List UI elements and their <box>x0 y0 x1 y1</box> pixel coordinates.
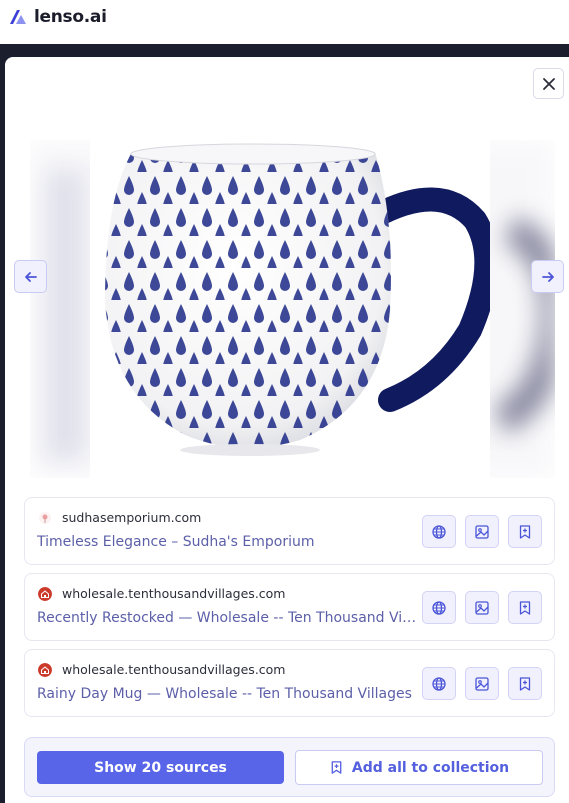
product-image <box>90 140 499 478</box>
visit-site-button[interactable] <box>422 515 456 548</box>
view-image-button[interactable] <box>465 515 499 548</box>
result-title[interactable]: Timeless Elegance – Sudha's Emporium <box>37 534 314 550</box>
add-all-to-collection-button[interactable]: Add all to collection <box>295 750 543 785</box>
view-image-button[interactable] <box>465 667 499 700</box>
image-icon <box>475 524 489 539</box>
result-card[interactable]: sudhasemporium.com Timeless Elegance – S… <box>24 497 555 565</box>
lenso-logo-icon <box>10 10 26 24</box>
result-domain[interactable]: wholesale.tenthousandvillages.com <box>62 662 286 677</box>
result-card[interactable]: wholesale.tenthousandvillages.com Rainy … <box>24 649 555 717</box>
add-to-collection-button[interactable] <box>508 591 542 624</box>
home-favicon-icon <box>38 663 52 677</box>
result-card[interactable]: wholesale.tenthousandvillages.com Recent… <box>24 573 555 641</box>
app-name: lenso.ai <box>34 7 107 27</box>
image-icon <box>475 676 489 691</box>
bookmark-plus-icon <box>519 600 531 615</box>
result-domain[interactable]: wholesale.tenthousandvillages.com <box>62 586 286 601</box>
next-image-button[interactable] <box>531 260 564 293</box>
visit-site-button[interactable] <box>422 667 456 700</box>
result-title[interactable]: Rainy Day Mug — Wholesale -- Ten Thousan… <box>37 686 412 702</box>
close-button[interactable] <box>533 68 564 99</box>
add-to-collection-button[interactable] <box>508 515 542 548</box>
home-favicon-icon <box>38 587 52 601</box>
globe-icon <box>432 676 446 691</box>
arrow-right-icon <box>541 271 554 282</box>
close-icon <box>542 77 555 90</box>
arrow-left-icon <box>24 271 37 282</box>
globe-icon <box>432 524 446 539</box>
top-bar: lenso.ai <box>0 0 569 44</box>
bookmark-plus-icon <box>519 676 531 691</box>
view-image-button[interactable] <box>465 591 499 624</box>
result-domain[interactable]: sudhasemporium.com <box>62 510 201 525</box>
add-all-label: Add all to collection <box>351 759 510 776</box>
bookmark-plus-icon <box>331 761 342 774</box>
globe-icon <box>432 600 446 615</box>
add-to-collection-button[interactable] <box>508 667 542 700</box>
logo[interactable]: lenso.ai <box>8 7 107 27</box>
mug-illustration <box>105 143 499 456</box>
modal-footer: Show 20 sources Add all to collection <box>24 737 555 797</box>
result-title[interactable]: Recently Restocked — Wholesale -- Ten Th… <box>37 610 417 626</box>
previous-image-button[interactable] <box>14 260 47 293</box>
image-viewer <box>30 140 555 478</box>
bookmark-plus-icon <box>519 524 531 539</box>
flower-favicon-icon <box>39 512 51 524</box>
image-icon <box>475 600 489 615</box>
visit-site-button[interactable] <box>422 591 456 624</box>
show-sources-button[interactable]: Show 20 sources <box>37 751 284 784</box>
